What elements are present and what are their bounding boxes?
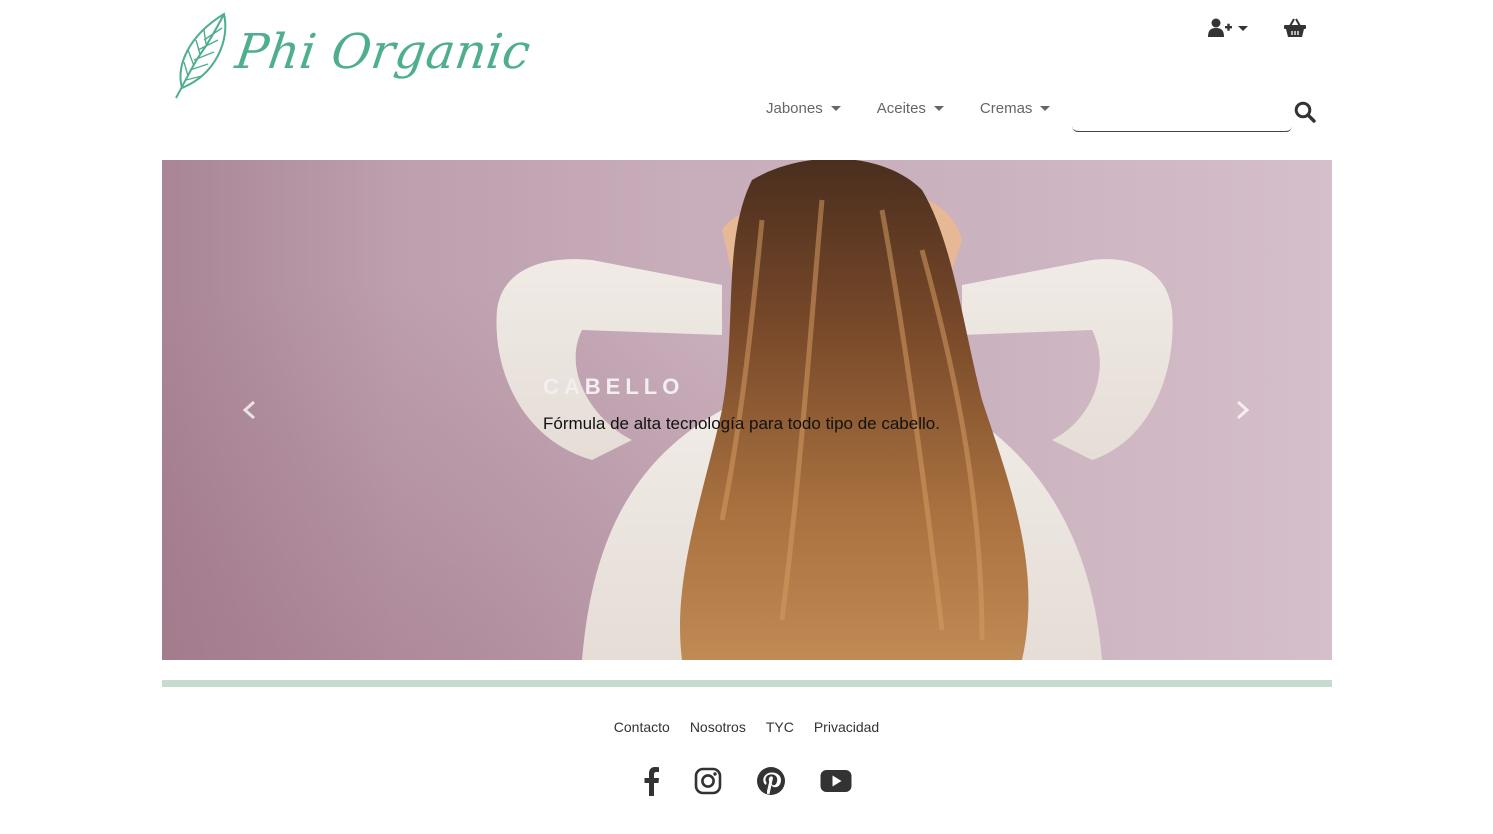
search-icon [1294,101,1316,123]
chevron-left-icon [242,400,255,420]
instagram-icon [694,767,721,795]
chevron-down-icon [933,106,944,111]
slide-title: CABELLO [543,374,685,399]
facebook-icon [644,767,659,796]
account-menu-button[interactable] [1208,18,1248,38]
nav-cremas[interactable]: Cremas [980,100,1051,117]
hero-image [496,160,1173,660]
main-nav: Jabones Aceites Cremas [766,100,1086,117]
chevron-down-icon [1040,106,1051,111]
youtube-icon [820,770,851,792]
nav-item-label: Cremas [979,100,1033,117]
social-links [0,766,1493,796]
leaf-icon [175,12,227,99]
pinterest-icon [756,767,785,795]
youtube-link[interactable] [820,769,852,793]
cart-button[interactable] [1284,18,1306,38]
brand-name: Phi Organic [232,24,535,80]
search-input[interactable] [1072,94,1292,132]
footer-links: Contacto Nosotros TYC Privacidad [0,719,1493,735]
search-button[interactable] [1294,101,1316,128]
footer-divider [162,680,1332,687]
chevron-down-icon [830,106,841,111]
nav-item-label: Jabones [766,100,823,117]
slide-caption: Fórmula de alta tecnología para todo tip… [543,414,940,433]
user-plus-icon [1208,18,1232,37]
search-bar [1072,94,1320,132]
nav-aceites[interactable]: Aceites [877,100,944,117]
hero-carousel: CABELLO Fórmula de alta tecnología para … [162,160,1332,660]
facebook-link[interactable] [642,766,660,796]
nav-item-label: Aceites [876,100,926,117]
shopping-basket-icon [1284,18,1306,37]
footer-link-privacidad[interactable]: Privacidad [814,719,879,735]
carousel-prev-button[interactable] [234,395,264,425]
instagram-link[interactable] [694,767,722,795]
footer-link-tyc[interactable]: TYC [766,719,794,735]
chevron-right-icon [1237,400,1250,420]
footer-link-nosotros[interactable]: Nosotros [690,719,746,735]
nav-jabones[interactable]: Jabones [766,100,841,117]
brand-logo[interactable]: Phi Organic [172,10,534,102]
carousel-next-button[interactable] [1228,395,1258,425]
footer-link-contacto[interactable]: Contacto [614,719,670,735]
chevron-down-icon [1238,25,1248,31]
pinterest-link[interactable] [756,766,786,796]
